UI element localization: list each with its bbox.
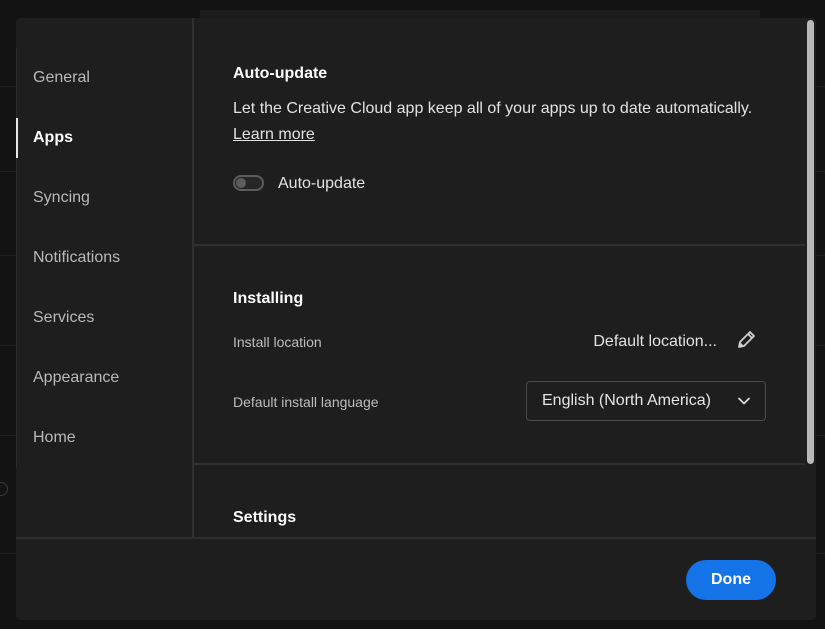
- toggle-knob: [236, 178, 246, 188]
- auto-update-toggle[interactable]: [233, 175, 264, 191]
- auto-update-toggle-label: Auto-update: [278, 175, 366, 192]
- learn-more-link[interactable]: Learn more: [233, 126, 315, 144]
- language-select-value: English (North America): [542, 392, 711, 409]
- auto-update-section: Auto-update Let the Creative Cloud app k…: [194, 18, 806, 246]
- sidebar-item-general[interactable]: General: [16, 58, 190, 98]
- install-location-value[interactable]: Default location...: [593, 333, 717, 351]
- default-language-label: Default install language: [233, 394, 379, 410]
- sidebar-item-notifications[interactable]: Notifications: [16, 238, 190, 278]
- chevron-down-icon: [738, 397, 750, 405]
- sidebar-item-services[interactable]: Services: [16, 298, 190, 338]
- content-scrollbar[interactable]: [805, 18, 816, 537]
- auto-update-description: Let the Creative Cloud app keep all of y…: [233, 100, 753, 117]
- sidebar-item-appearance[interactable]: Appearance: [16, 358, 190, 398]
- scrollbar-thumb[interactable]: [807, 20, 814, 464]
- auto-update-title: Auto-update: [233, 65, 328, 82]
- sidebar-item-home[interactable]: Home: [16, 418, 190, 458]
- preferences-dialog: General Apps Syncing Notifications Servi…: [16, 18, 816, 620]
- install-location-label: Install location: [233, 334, 322, 350]
- done-button[interactable]: Done: [686, 560, 776, 600]
- background-radio-icon: [0, 482, 8, 496]
- dialog-footer: Done: [16, 537, 816, 620]
- settings-title: Settings: [233, 509, 297, 526]
- language-select[interactable]: English (North America): [526, 381, 766, 421]
- pencil-icon[interactable]: [735, 329, 757, 351]
- installing-title: Installing: [233, 290, 304, 307]
- preferences-content: Auto-update Let the Creative Cloud app k…: [194, 18, 806, 537]
- preferences-sidebar: General Apps Syncing Notifications Servi…: [16, 18, 194, 537]
- installing-section: [194, 244, 806, 465]
- sidebar-item-apps[interactable]: Apps: [16, 118, 190, 158]
- sidebar-item-syncing[interactable]: Syncing: [16, 178, 190, 218]
